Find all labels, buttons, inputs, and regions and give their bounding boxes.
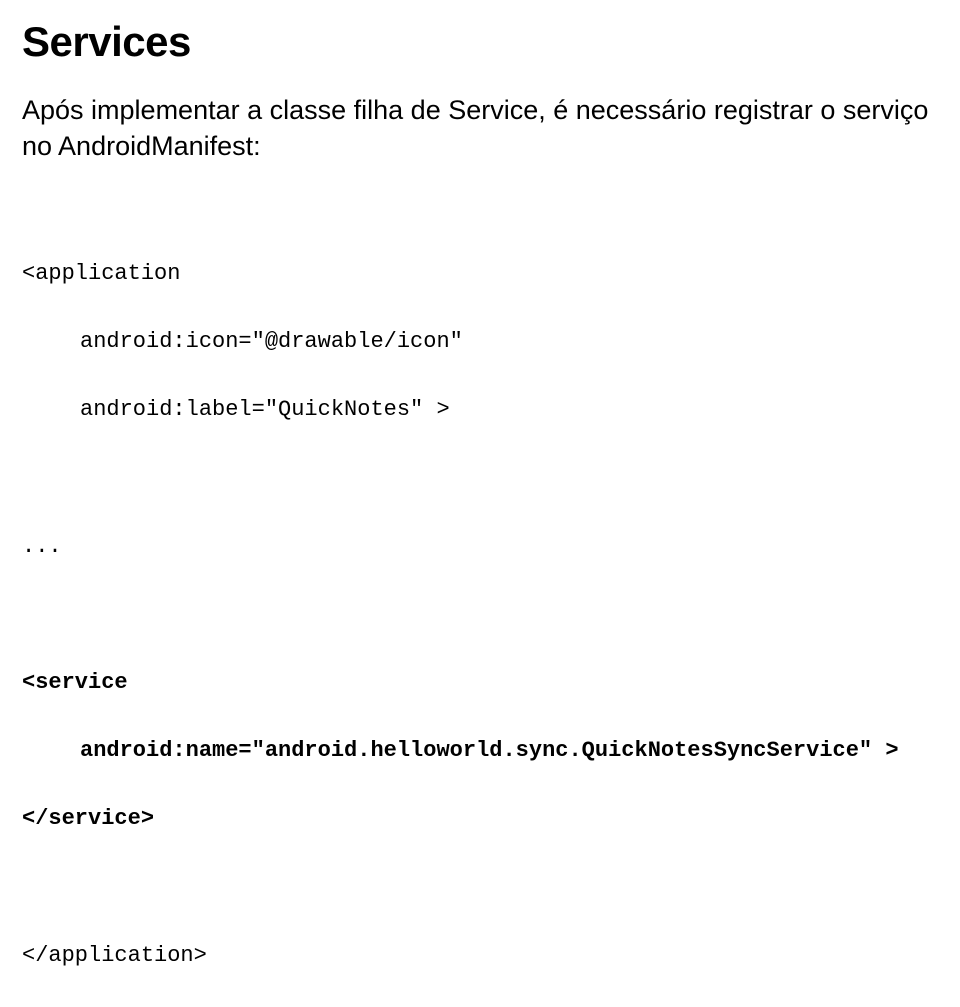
code-line-ellipsis: ... [22,530,938,564]
code-line-service-name: android:name="android.helloworld.sync.Qu… [22,734,938,768]
code-block: <application android:icon="@drawable/ico… [22,223,938,1007]
code-line-application-open: <application [22,257,938,291]
code-line-service-close: </service> [22,802,938,836]
intro-paragraph: Após implementar a classe filha de Servi… [22,92,938,165]
slide-title: Services [22,18,938,66]
code-line-service-open: <service [22,666,938,700]
code-line-android-label: android:label="QuickNotes" > [22,393,938,427]
code-line-application-close: </application> [22,939,938,973]
code-line-android-icon: android:icon="@drawable/icon" [22,325,938,359]
